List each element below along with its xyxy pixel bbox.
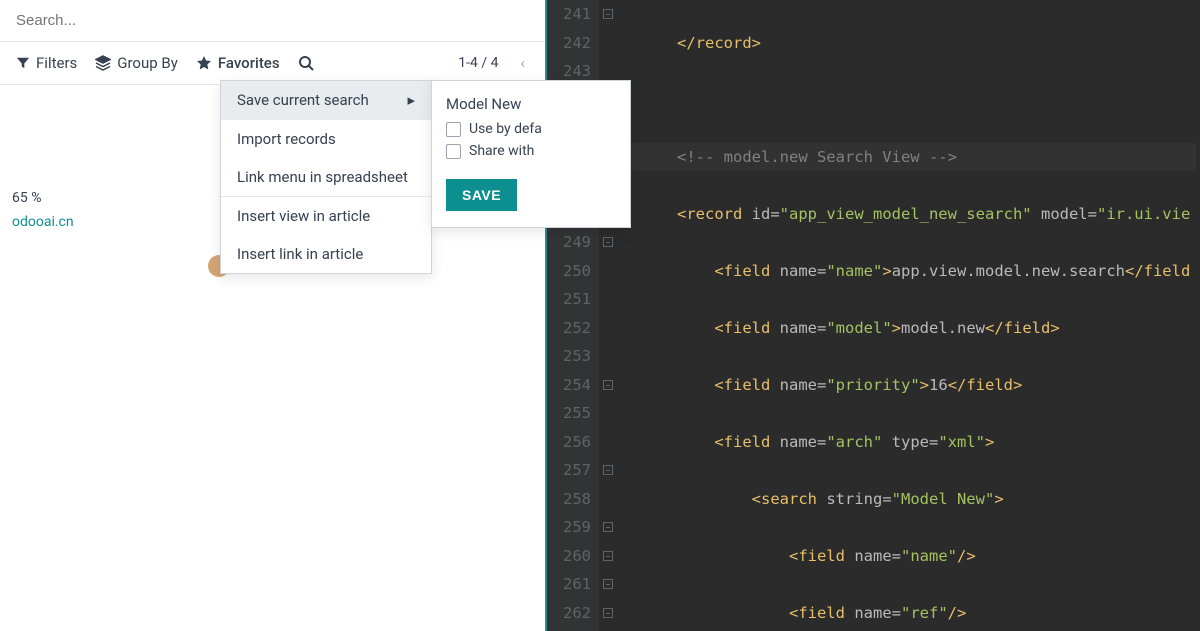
code-editor-pane: 2412422432442452462472482492502512522532… — [545, 0, 1200, 631]
filters-label: Filters — [36, 54, 77, 72]
groupby-label: Group By — [117, 54, 178, 72]
pager[interactable]: 1-4 / 4 — [458, 55, 498, 71]
search-toolbar: Filters Group By Favorites 1-4 / 4 ‹ — [0, 42, 545, 85]
search-icon — [298, 55, 314, 71]
dd-label: Insert link in article — [237, 245, 363, 263]
dd-label: Link menu in spreadsheet — [237, 168, 408, 186]
fold-icon[interactable] — [603, 465, 613, 475]
dd-label: Insert view in article — [237, 207, 370, 225]
insert-link-item[interactable]: Insert link in article — [221, 235, 431, 273]
filter-icon — [16, 56, 30, 70]
fold-icon[interactable] — [603, 380, 613, 390]
checkbox-icon[interactable] — [446, 122, 461, 137]
dd-label: Save current search — [237, 91, 369, 109]
fold-icon[interactable] — [603, 237, 613, 247]
code-area[interactable]: </record> <!-- model.new Search View -->… — [617, 0, 1200, 631]
layers-icon — [95, 55, 111, 71]
progress-text: 65 % — [12, 190, 74, 206]
save-button[interactable]: SAVE — [446, 179, 517, 211]
bg-link[interactable]: odooai.cn — [12, 214, 74, 230]
save-search-panel: Model New Use by defa Share with SAVE — [431, 80, 631, 228]
save-panel-title[interactable]: Model New — [446, 95, 616, 113]
fold-icon[interactable] — [603, 579, 613, 589]
dd-label: Import records — [237, 130, 336, 148]
save-current-search-item[interactable]: Save current search ▸ — [221, 81, 431, 119]
search-input[interactable] — [16, 8, 529, 33]
groupby-button[interactable]: Group By — [95, 54, 178, 72]
favorites-label: Favorites — [218, 54, 280, 72]
insert-view-item[interactable]: Insert view in article — [221, 197, 431, 235]
import-records-item[interactable]: Import records — [221, 120, 431, 158]
chk-label: Share with — [469, 143, 534, 159]
fold-icon[interactable] — [603, 608, 613, 618]
filters-button[interactable]: Filters — [16, 54, 77, 72]
checkbox-icon[interactable] — [446, 144, 461, 159]
chk-label: Use by defa — [469, 121, 542, 137]
star-icon — [196, 55, 212, 71]
favorites-dropdown: Save current search ▸ Import records Lin… — [220, 80, 432, 274]
share-with-row[interactable]: Share with — [446, 143, 616, 159]
favorites-button[interactable]: Favorites — [196, 54, 280, 72]
odoo-pane: Filters Group By Favorites 1-4 / 4 ‹ 65 … — [0, 0, 545, 631]
background-card-fragment: 65 % odooai.cn — [12, 190, 74, 230]
chevron-left-icon[interactable]: ‹ — [516, 54, 529, 72]
fold-icon[interactable] — [603, 9, 613, 19]
search-row — [0, 0, 545, 42]
link-menu-item[interactable]: Link menu in spreadsheet — [221, 158, 431, 196]
fold-icon[interactable] — [603, 522, 613, 532]
search-icon-button[interactable] — [298, 55, 314, 71]
use-by-default-row[interactable]: Use by defa — [446, 121, 616, 137]
fold-icon[interactable] — [603, 551, 613, 561]
chevron-right-icon: ▸ — [407, 91, 415, 109]
